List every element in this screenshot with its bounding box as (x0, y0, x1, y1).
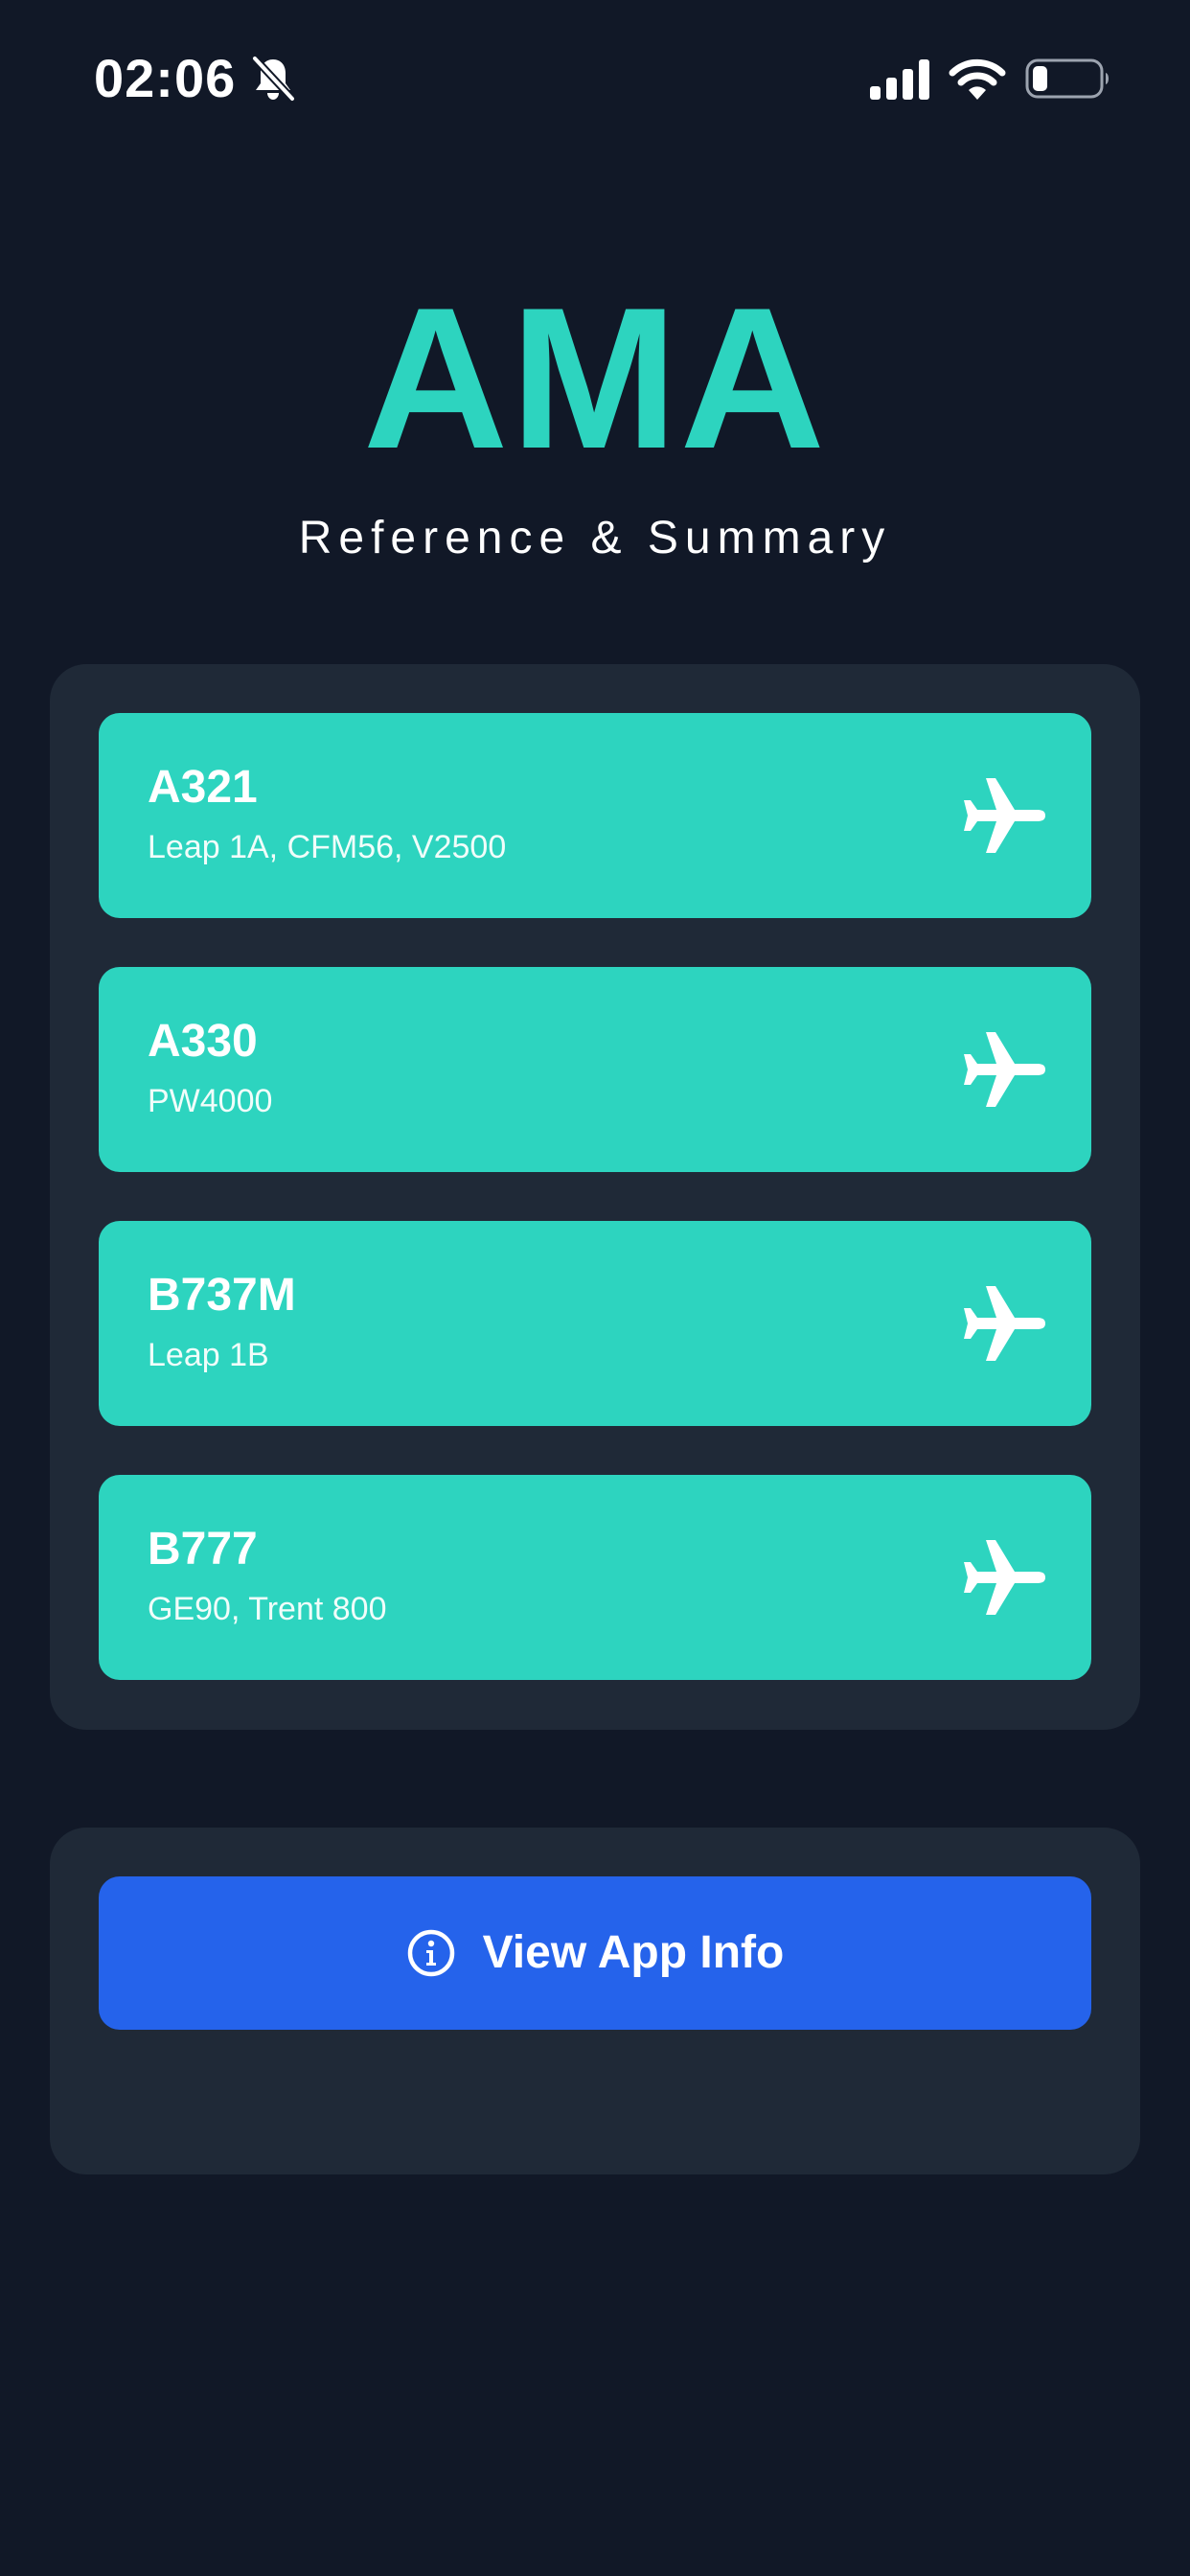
airplane-icon (964, 1286, 1045, 1361)
cellular-signal-icon (870, 59, 929, 100)
app-subtitle: Reference & Summary (298, 513, 892, 564)
aircraft-name: B777 (148, 1524, 258, 1575)
aircraft-card-b737m[interactable]: B737M Leap 1B (99, 1221, 1091, 1426)
status-bar: 02:06 (0, 0, 1190, 153)
info-button-content: View App Info (99, 1876, 1091, 2030)
aircraft-name: B737M (148, 1270, 296, 1321)
aircraft-card-a330[interactable]: A330 PW4000 (99, 967, 1091, 1172)
view-app-info-label: View App Info (482, 1927, 785, 1978)
aircraft-name: A321 (148, 762, 258, 813)
airplane-icon (964, 778, 1045, 853)
aircraft-engines: Leap 1A, CFM56, V2500 (148, 829, 507, 865)
info-panel: View App Info (50, 1828, 1140, 2174)
aircraft-card-b777[interactable]: B777 GE90, Trent 800 (99, 1475, 1091, 1680)
aircraft-name: A330 (148, 1016, 258, 1067)
bell-slash-icon (251, 55, 296, 103)
aircraft-engines: PW4000 (148, 1083, 273, 1119)
airplane-icon (964, 1540, 1045, 1615)
wifi-icon (949, 58, 1006, 100)
status-time: 02:06 (94, 48, 237, 108)
aircraft-engines: GE90, Trent 800 (148, 1591, 387, 1627)
aircraft-engines: Leap 1B (148, 1337, 269, 1373)
view-app-info-button[interactable]: View App Info (99, 1876, 1091, 2030)
aircraft-card-a321[interactable]: A321 Leap 1A, CFM56, V2500 (99, 713, 1091, 918)
app-title: AMA (362, 265, 828, 491)
info-circle-icon (407, 1929, 454, 1977)
aircraft-list-panel: A321 Leap 1A, CFM56, V2500 A330 PW4000 B… (50, 664, 1140, 1730)
battery-icon (1025, 58, 1109, 99)
airplane-icon (964, 1032, 1045, 1107)
